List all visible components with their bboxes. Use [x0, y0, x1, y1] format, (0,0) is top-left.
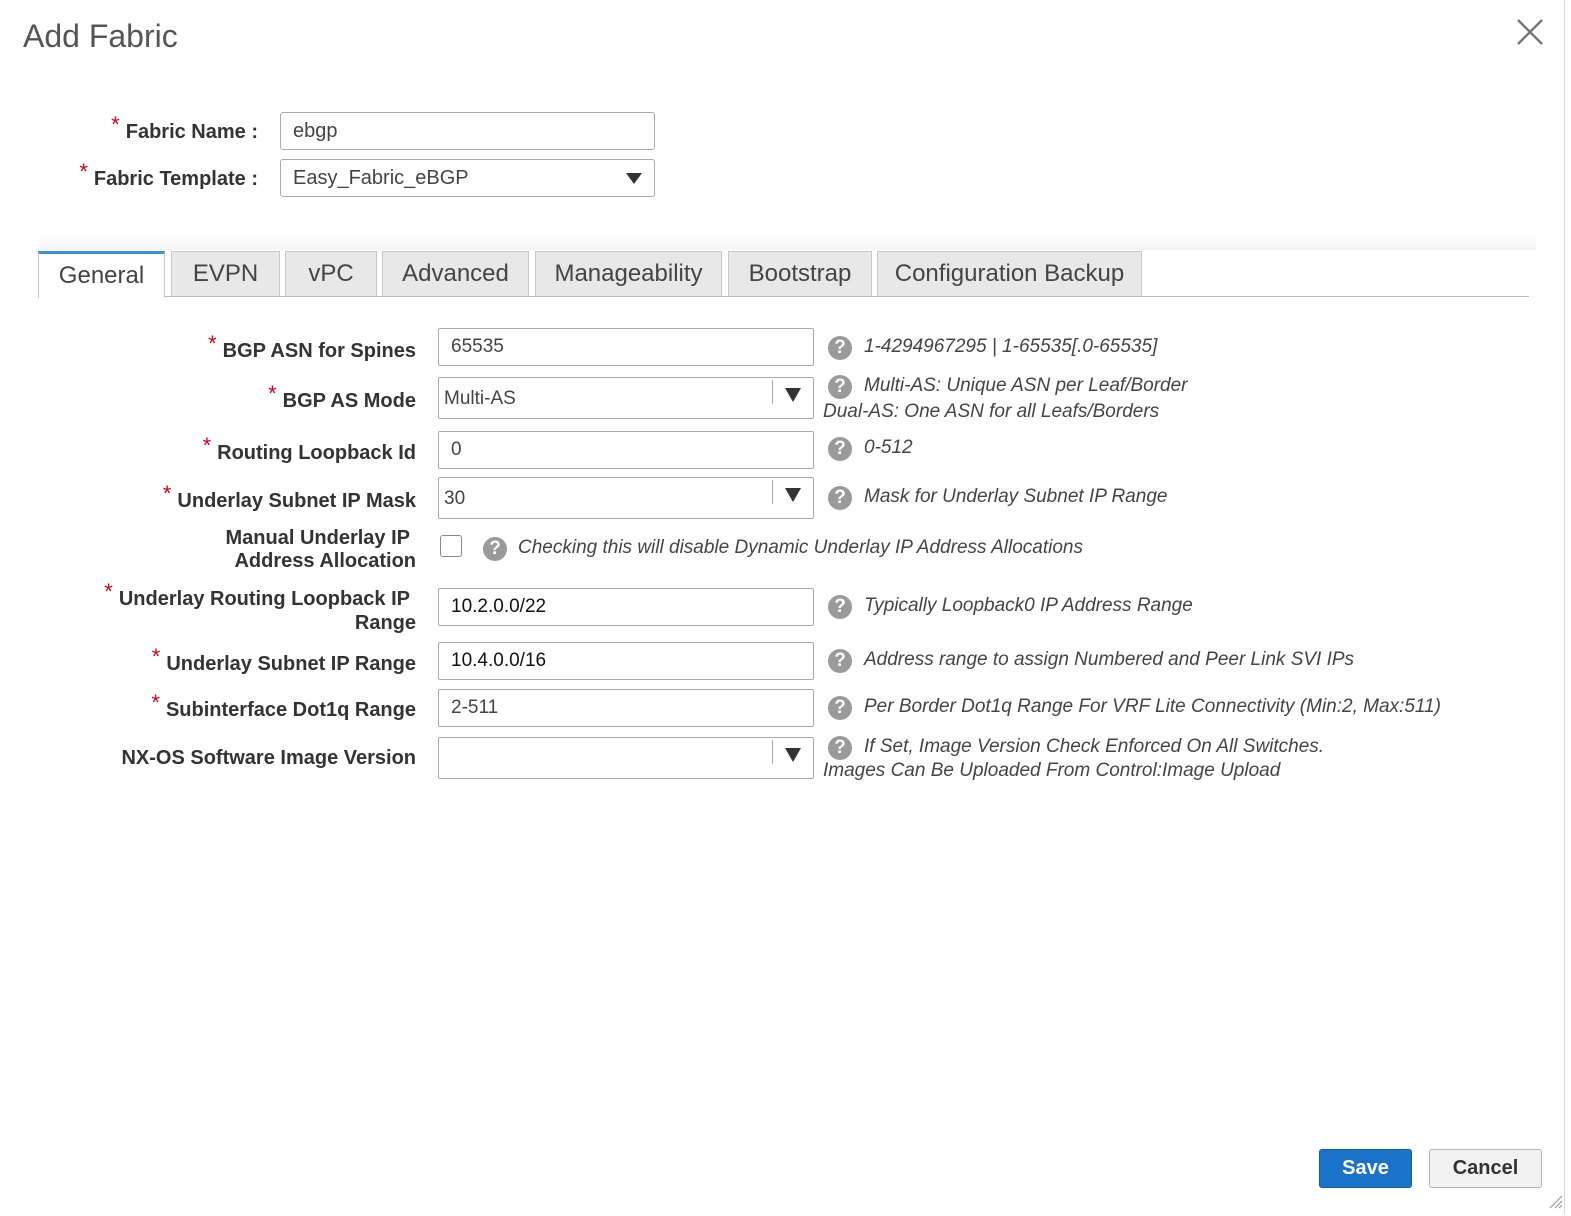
select-divider: [772, 480, 773, 504]
fabric-template-label: * Fabric Template :: [79, 159, 258, 190]
dialog-title: Add Fabric: [23, 18, 178, 54]
underlay-subnet-range-label: * Underlay Subnet IP Range: [151, 644, 416, 675]
manual-underlay-help: Checking this will disable Dynamic Under…: [518, 537, 1083, 558]
help-icon[interactable]: ?: [828, 486, 852, 510]
tab-baseline: [38, 296, 1529, 297]
tab-vpc[interactable]: vPC: [285, 251, 377, 296]
bgp-as-mode-select[interactable]: Multi-AS: [438, 377, 814, 419]
tab-general[interactable]: General: [38, 251, 165, 298]
underlay-subnet-mask-label: * Underlay Subnet IP Mask: [162, 481, 416, 512]
help-icon[interactable]: ?: [828, 336, 852, 360]
underlay-routing-loopback-label-line1: * Underlay Routing Loopback IP: [104, 579, 410, 610]
tab-strip-background: [38, 236, 1536, 250]
caret-down-icon: [785, 748, 801, 762]
nxos-image-label: NX-OS Software Image Version: [121, 747, 416, 769]
manual-underlay-label-line2: Address Allocation: [234, 550, 416, 572]
fabric-name-input[interactable]: ebgp: [280, 112, 655, 150]
subinterface-dot1q-label: * Subinterface Dot1q Range: [151, 690, 416, 721]
help-icon[interactable]: ?: [828, 595, 852, 619]
manual-underlay-checkbox[interactable]: [440, 535, 462, 557]
bgp-as-mode-help-line2: Dual-AS: One ASN for all Leafs/Borders: [823, 401, 1160, 422]
caret-down-icon: [785, 488, 801, 502]
tab-bootstrap[interactable]: Bootstrap: [728, 251, 872, 296]
select-divider: [772, 740, 773, 764]
tab-evpn[interactable]: EVPN: [171, 251, 280, 296]
required-asterisk: *: [79, 159, 88, 184]
close-icon[interactable]: [1512, 14, 1548, 50]
help-icon[interactable]: ?: [483, 537, 507, 561]
bgp-asn-help: 1-4294967295 | 1-65535[.0-65535]: [864, 336, 1158, 357]
save-button[interactable]: Save: [1319, 1149, 1412, 1188]
caret-down-icon: [626, 173, 642, 184]
underlay-routing-loopback-label-line2: Range: [354, 612, 416, 634]
manual-underlay-label-line1: Manual Underlay IP: [225, 527, 411, 549]
nxos-image-select[interactable]: [438, 737, 814, 779]
required-asterisk: *: [208, 331, 217, 356]
select-divider: [772, 380, 773, 404]
required-asterisk: *: [111, 112, 120, 137]
routing-loopback-id-help: 0-512: [864, 437, 913, 458]
cancel-button[interactable]: Cancel: [1429, 1149, 1542, 1188]
subinterface-dot1q-input[interactable]: 2-511: [438, 689, 814, 727]
help-icon[interactable]: ?: [828, 375, 852, 399]
nxos-image-help-line2: Images Can Be Uploaded From Control:Imag…: [823, 760, 1281, 781]
bgp-asn-input[interactable]: 65535: [438, 328, 814, 366]
tab-manageability[interactable]: Manageability: [535, 251, 722, 296]
routing-loopback-id-input[interactable]: 0: [438, 431, 814, 469]
fabric-template-select[interactable]: Easy_Fabric_eBGP: [280, 159, 655, 197]
required-asterisk: *: [162, 481, 172, 506]
add-fabric-dialog: Add Fabric * Fabric Name : ebgp * Fabric T…: [0, 0, 1565, 1214]
tab-advanced[interactable]: Advanced: [382, 251, 529, 296]
underlay-subnet-mask-help: Mask for Underlay Subnet IP Range: [864, 486, 1168, 507]
resize-handle-icon[interactable]: [1547, 1193, 1563, 1209]
tab-configuration-backup[interactable]: Configuration Backup: [877, 251, 1142, 296]
nxos-image-help-line1: If Set, Image Version Check Enforced On …: [864, 736, 1325, 757]
help-icon[interactable]: ?: [828, 696, 852, 720]
required-asterisk: *: [151, 690, 160, 715]
bgp-as-mode-label: * BGP AS Mode: [268, 381, 416, 412]
subinterface-dot1q-help: Per Border Dot1q Range For VRF Lite Conn…: [864, 696, 1441, 717]
underlay-routing-loopback-help: Typically Loopback0 IP Address Range: [864, 595, 1193, 616]
required-asterisk: *: [104, 579, 113, 604]
help-icon[interactable]: ?: [828, 649, 852, 673]
fabric-name-label: * Fabric Name :: [111, 112, 258, 143]
bgp-as-mode-help-line1: Multi-AS: Unique ASN per Leaf/Border: [864, 375, 1188, 396]
underlay-subnet-range-help: Address range to assign Numbered and Pee…: [864, 649, 1355, 670]
bgp-asn-label: * BGP ASN for Spines: [208, 331, 416, 362]
required-asterisk: *: [202, 433, 212, 458]
required-asterisk: *: [151, 644, 161, 669]
underlay-subnet-range-input[interactable]: 10.4.0.0/16: [438, 642, 814, 680]
underlay-subnet-mask-select[interactable]: 30: [438, 477, 814, 519]
underlay-routing-loopback-input[interactable]: 10.2.0.0/22: [438, 588, 814, 626]
help-icon[interactable]: ?: [828, 736, 852, 760]
required-asterisk: *: [268, 381, 277, 406]
routing-loopback-id-label: * Routing Loopback Id: [202, 433, 416, 464]
caret-down-icon: [785, 388, 801, 402]
help-icon[interactable]: ?: [828, 437, 852, 461]
